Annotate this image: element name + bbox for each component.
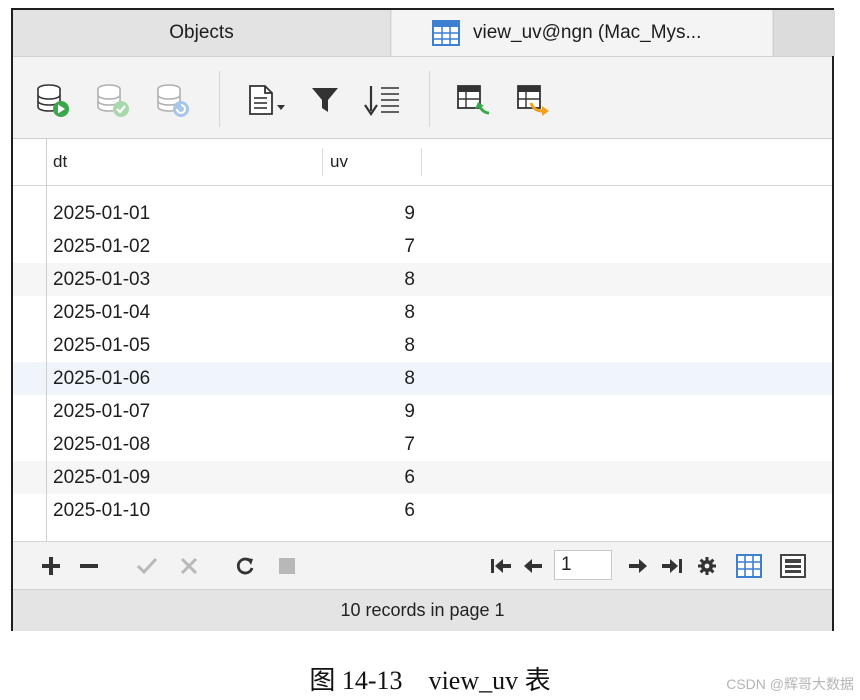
cell-uv[interactable]: 6 bbox=[323, 494, 415, 527]
page-number-input[interactable] bbox=[554, 550, 612, 580]
apply-changes-icon[interactable] bbox=[135, 554, 159, 578]
status-bar: 10 records in page 1 bbox=[13, 589, 832, 631]
cell-uv[interactable]: 9 bbox=[323, 197, 415, 230]
cell-dt[interactable]: 2025-01-09 bbox=[53, 461, 150, 494]
tab-empty[interactable] bbox=[773, 10, 835, 56]
tab-bar: Objects view_uv@ngn (Mac_Mys... bbox=[13, 10, 835, 56]
discard-changes-icon[interactable] bbox=[177, 554, 201, 578]
first-page-icon[interactable] bbox=[489, 554, 513, 578]
cell-dt[interactable]: 2025-01-06 bbox=[53, 362, 150, 395]
table-row[interactable]: 2025-01-08 7 bbox=[13, 428, 832, 461]
cell-uv[interactable]: 7 bbox=[323, 230, 415, 263]
table-row[interactable]: 2025-01-01 9 bbox=[13, 197, 832, 230]
cell-uv[interactable]: 8 bbox=[323, 329, 415, 362]
form-view-icon[interactable] bbox=[779, 554, 807, 578]
cell-uv[interactable]: 9 bbox=[323, 395, 415, 428]
table-row[interactable]: 2025-01-02 7 bbox=[13, 230, 832, 263]
delete-record-icon[interactable] bbox=[77, 554, 101, 578]
column-header-uv[interactable]: uv bbox=[330, 139, 348, 185]
import-table-icon[interactable] bbox=[453, 81, 493, 119]
next-page-icon[interactable] bbox=[626, 554, 650, 578]
tab-objects-label: Objects bbox=[169, 22, 234, 43]
grid-header: dt uv bbox=[13, 139, 832, 186]
document-menu-icon[interactable] bbox=[245, 81, 293, 119]
toolbar-separator bbox=[219, 71, 220, 127]
column-header-dt[interactable]: dt bbox=[53, 139, 67, 185]
table-row[interactable]: 2025-01-03 8 bbox=[13, 263, 832, 296]
refresh-icon[interactable] bbox=[233, 554, 257, 578]
column-header-uv-label: uv bbox=[330, 152, 348, 171]
sort-icon[interactable] bbox=[363, 81, 403, 119]
cell-dt[interactable]: 2025-01-08 bbox=[53, 428, 150, 461]
watermark: CSDN @辉哥大数据 bbox=[726, 676, 854, 692]
toolbar-separator bbox=[429, 71, 430, 127]
cell-dt[interactable]: 2025-01-02 bbox=[53, 230, 150, 263]
stop-icon[interactable] bbox=[275, 554, 299, 578]
filter-icon[interactable] bbox=[305, 81, 345, 119]
table-icon bbox=[432, 20, 460, 46]
figure-title: view_uv 表 bbox=[428, 666, 551, 695]
cell-uv[interactable]: 6 bbox=[323, 461, 415, 494]
grid-view-icon[interactable] bbox=[735, 554, 763, 578]
row-gutter-divider bbox=[46, 139, 47, 541]
records-status-text: 10 records in page 1 bbox=[340, 600, 505, 620]
table-row[interactable]: 2025-01-05 8 bbox=[13, 329, 832, 362]
export-table-icon[interactable] bbox=[513, 81, 553, 119]
cell-dt[interactable]: 2025-01-10 bbox=[53, 494, 150, 527]
data-grid: dt uv 2025-01-01 9 2025-01-02 7 2025-01-… bbox=[13, 139, 832, 541]
table-row[interactable]: 2025-01-07 9 bbox=[13, 395, 832, 428]
cell-dt[interactable]: 2025-01-01 bbox=[53, 197, 150, 230]
grid-bottom-bar bbox=[13, 541, 832, 589]
previous-page-icon[interactable] bbox=[521, 554, 545, 578]
cell-uv[interactable]: 7 bbox=[323, 428, 415, 461]
tab-objects[interactable]: Objects bbox=[13, 10, 391, 56]
db-run-icon[interactable] bbox=[33, 81, 73, 119]
cell-dt[interactable]: 2025-01-07 bbox=[53, 395, 150, 428]
table-row[interactable]: 2025-01-06 8 bbox=[13, 362, 832, 395]
cell-uv[interactable]: 8 bbox=[323, 362, 415, 395]
toolbar bbox=[13, 56, 832, 139]
table-row[interactable]: 2025-01-09 6 bbox=[13, 461, 832, 494]
cell-dt[interactable]: 2025-01-03 bbox=[53, 263, 150, 296]
column-divider[interactable] bbox=[421, 148, 422, 176]
cell-dt[interactable]: 2025-01-04 bbox=[53, 296, 150, 329]
add-record-icon[interactable] bbox=[39, 554, 63, 578]
table-viewer-window: Objects view_uv@ngn (Mac_Mys... dt uv 20… bbox=[11, 8, 835, 631]
cell-uv[interactable]: 8 bbox=[323, 263, 415, 296]
last-page-icon[interactable] bbox=[660, 554, 684, 578]
figure-number: 图 14-13 bbox=[309, 666, 403, 695]
cell-uv[interactable]: 8 bbox=[323, 296, 415, 329]
tab-view-label: view_uv@ngn (Mac_Mys... bbox=[473, 22, 702, 43]
tab-view-uv[interactable]: view_uv@ngn (Mac_Mys... bbox=[392, 10, 772, 56]
column-header-dt-label: dt bbox=[53, 152, 68, 171]
cell-dt[interactable]: 2025-01-05 bbox=[53, 329, 150, 362]
gear-icon[interactable] bbox=[695, 554, 719, 578]
table-row[interactable]: 2025-01-10 6 bbox=[13, 494, 832, 527]
db-refresh-icon[interactable] bbox=[153, 81, 193, 119]
column-divider[interactable] bbox=[322, 148, 323, 176]
table-row[interactable]: 2025-01-04 8 bbox=[13, 296, 832, 329]
db-commit-icon[interactable] bbox=[93, 81, 133, 119]
